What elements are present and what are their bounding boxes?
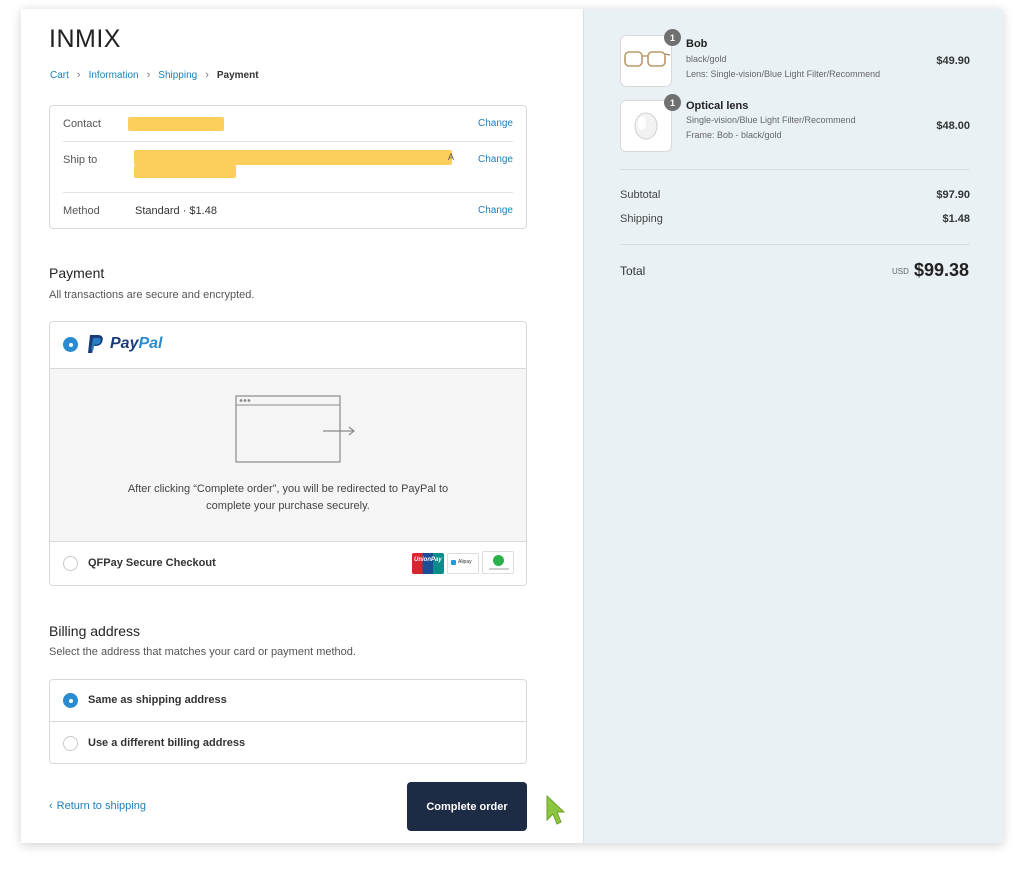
billing-different-label: Use a different billing address: [88, 737, 246, 749]
item-variant: Single-vision/Blue Light Filter/Recommen…: [686, 115, 856, 125]
browser-redirect-icon: [235, 395, 355, 463]
paypal-wordmark: PayPal: [110, 335, 162, 353]
order-summary: 1 Bob black/gold Lens: Single-vision/Blu…: [583, 9, 1003, 843]
unionpay-logo-text: UnionPay: [414, 557, 442, 563]
method-value: Standard · $1.48: [135, 205, 217, 217]
billing-option-same[interactable]: Same as shipping address: [50, 680, 526, 721]
payment-methods: PayPal After clicking “Complete order”, …: [49, 321, 527, 586]
total-label: Total: [620, 264, 646, 278]
redacted-contact: [128, 117, 224, 131]
checkout-window: INMIX Cart › Information › Shipping › Pa…: [21, 9, 1003, 843]
unionpay-icon: UnionPay: [412, 553, 444, 574]
redacted-address-line2: [134, 165, 236, 178]
payment-option-qfpay[interactable]: QFPay Secure Checkout UnionPay Alipay: [50, 542, 526, 585]
mouse-cursor-icon: [546, 794, 565, 825]
item-quantity-badge: 1: [664, 29, 681, 46]
subtotal-label: Subtotal: [620, 189, 661, 201]
redirect-message-line1: After clicking “Complete order”, you wil…: [127, 483, 449, 495]
chevron-right-icon: ›: [205, 69, 209, 81]
return-to-shipping-label: Return to shipping: [56, 800, 146, 812]
ship-to-label: Ship to: [63, 154, 98, 166]
paypal-redirect-info: After clicking “Complete order”, you wil…: [50, 369, 526, 542]
divider: [63, 141, 513, 142]
item-name: Optical lens: [686, 100, 749, 112]
total-value: $99.38: [913, 260, 969, 280]
subtotal-value: $97.90: [936, 189, 970, 201]
breadcrumb-information[interactable]: Information: [89, 70, 139, 81]
paypal-logo-icon: [88, 335, 103, 353]
item-quantity-badge: 1: [664, 94, 681, 111]
billing-subtitle: Select the address that matches your car…: [49, 646, 356, 658]
lens-icon: [634, 112, 658, 140]
item-thumbnail: [620, 35, 672, 87]
method-label: Method: [63, 205, 100, 217]
qfpay-radio[interactable]: [63, 556, 78, 571]
checkout-main: INMIX Cart › Information › Shipping › Pa…: [21, 9, 583, 843]
change-address-link[interactable]: Change: [478, 154, 513, 165]
return-to-shipping-link[interactable]: ‹ Return to shipping: [49, 800, 146, 812]
item-price: $49.90: [936, 55, 970, 67]
ship-to-trailing: A: [448, 152, 455, 162]
alipay-logo-text: Alipay: [458, 559, 472, 565]
qfpay-label: QFPay Secure Checkout: [88, 557, 216, 569]
redirect-message-line2: complete your purchase securely.: [206, 500, 370, 512]
item-frame-detail: Frame: Bob - black/gold: [686, 130, 782, 140]
divider: [620, 169, 970, 170]
billing-options: Same as shipping address Use a different…: [49, 679, 527, 764]
shipping-value: $1.48: [942, 213, 970, 225]
chevron-left-icon: ‹: [49, 800, 53, 812]
divider: [63, 192, 513, 193]
chevron-right-icon: ›: [146, 69, 151, 81]
breadcrumb: Cart › Information › Shipping › Payment: [50, 69, 259, 81]
item-price: $48.00: [936, 120, 970, 132]
wechat-pay-icon: [482, 551, 514, 574]
alipay-icon: Alipay: [447, 553, 479, 574]
paypal-radio[interactable]: [63, 337, 78, 352]
payment-subtitle: All transactions are secure and encrypte…: [49, 289, 255, 301]
contact-label: Contact: [63, 118, 101, 130]
item-variant: black/gold: [686, 54, 727, 64]
payment-title: Payment: [49, 265, 105, 281]
redirect-message: After clicking “Complete order”, you wil…: [50, 481, 526, 515]
paypal-wordmark-pay: Pay: [110, 335, 139, 352]
line-item: 1 Bob black/gold Lens: Single-vision/Blu…: [620, 29, 970, 90]
billing-different-radio[interactable]: [63, 736, 78, 751]
billing-title: Billing address: [49, 623, 141, 639]
review-summary: Contact Change Ship to A Change Method S…: [49, 105, 527, 229]
currency-code: USD: [892, 267, 909, 276]
shipping-label: Shipping: [620, 213, 663, 225]
payment-option-paypal[interactable]: PayPal: [50, 322, 526, 369]
change-method-link[interactable]: Change: [478, 205, 513, 216]
item-name: Bob: [686, 38, 708, 50]
billing-option-different[interactable]: Use a different billing address: [50, 722, 526, 764]
change-contact-link[interactable]: Change: [478, 118, 513, 129]
divider: [620, 244, 970, 245]
chevron-right-icon: ›: [76, 69, 81, 81]
store-logo[interactable]: INMIX: [49, 25, 121, 54]
breadcrumb-cart[interactable]: Cart: [50, 70, 69, 81]
item-thumbnail: [620, 100, 672, 152]
redacted-address-line1: [134, 150, 452, 165]
paypal-wordmark-pal: Pal: [138, 335, 163, 352]
complete-order-button[interactable]: Complete order: [407, 782, 527, 831]
line-item: 1 Optical lens Single-vision/Blue Light …: [620, 94, 970, 155]
billing-same-radio[interactable]: [63, 693, 78, 708]
glasses-icon: [624, 51, 671, 67]
billing-same-label: Same as shipping address: [88, 694, 227, 706]
item-lens-detail: Lens: Single-vision/Blue Light Filter/Re…: [686, 69, 881, 79]
breadcrumb-payment: Payment: [216, 69, 259, 81]
breadcrumb-shipping[interactable]: Shipping: [158, 70, 197, 81]
